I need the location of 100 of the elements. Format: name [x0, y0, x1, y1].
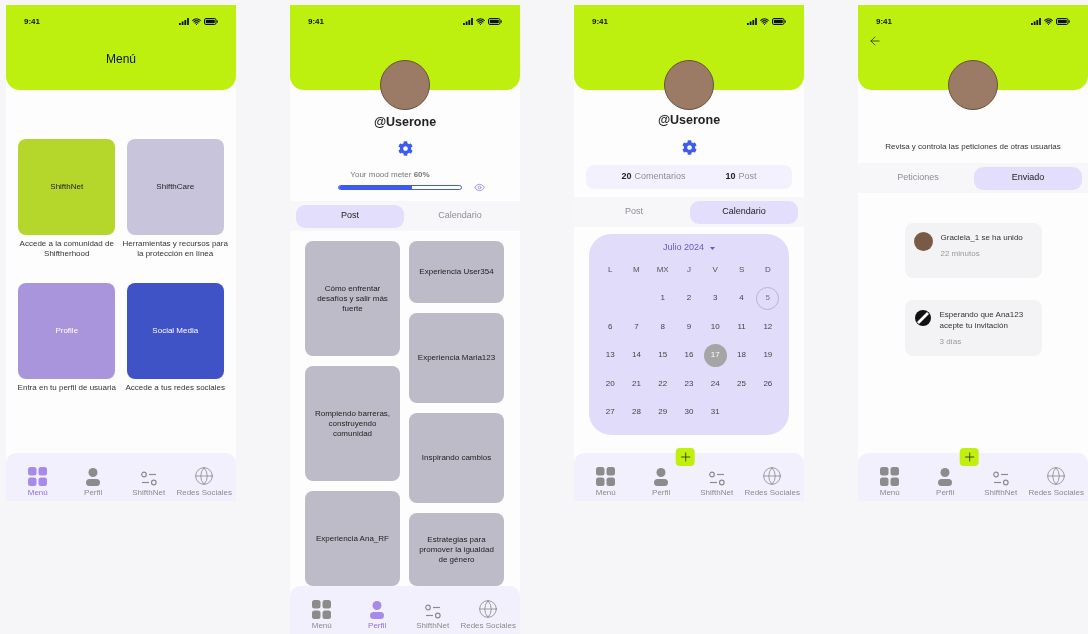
status-time: 9:41 — [308, 15, 324, 28]
back-arrow-icon[interactable] — [868, 34, 882, 48]
menu-card[interactable]: ShifthCare — [126, 139, 224, 235]
avatar-photo — [380, 60, 430, 110]
battery-icon — [772, 18, 786, 25]
status-time: 9:41 — [876, 15, 892, 28]
signal-icon — [747, 18, 757, 25]
grid-icon — [596, 467, 616, 486]
calendar-day[interactable]: 31 — [703, 400, 727, 424]
stat-label: Post — [738, 170, 757, 184]
weekday-label: V — [712, 264, 718, 276]
calendar-day[interactable]: 19 — [756, 343, 780, 367]
calendar-day[interactable]: 29 — [651, 400, 675, 424]
round-logo-icon — [913, 309, 932, 327]
calendar-day[interactable]: 22 — [651, 372, 675, 396]
wifi-icon — [476, 17, 485, 26]
calendar-day[interactable]: 26 — [756, 372, 780, 396]
sliders-icon — [708, 471, 725, 486]
calendar-day[interactable]: 1 — [651, 286, 675, 310]
post-tile[interactable]: Experiencia Ana_RF — [305, 491, 400, 586]
globe-icon — [194, 466, 215, 486]
settings-icon[interactable] — [681, 140, 697, 155]
card-caption: Accede a la comunidad de Shiftherhood — [18, 239, 115, 259]
menu-card[interactable]: Social Media — [126, 283, 224, 379]
mood-meter-label: Your mood meter 60% — [350, 169, 431, 181]
post-tile[interactable]: Experiencia User354 — [409, 241, 504, 303]
calendar-day[interactable]: 15 — [651, 343, 675, 367]
calendar-day[interactable]: 30 — [677, 400, 701, 424]
calendar-day[interactable]: 7 — [624, 315, 648, 339]
calendar-day[interactable]: 9 — [677, 315, 701, 339]
calendar-day[interactable]: 20 — [598, 372, 622, 396]
notification-time: 3 días — [939, 336, 963, 348]
stat-count: 20 — [621, 170, 632, 184]
post-tile[interactable]: Cómo enfrentar desafíos y salir más fuerte — [305, 241, 400, 356]
add-button[interactable] — [675, 448, 695, 466]
tab[interactable]: Calendario — [690, 200, 798, 224]
avatar-photo — [948, 60, 998, 110]
calendar-day[interactable]: 10 — [703, 315, 727, 339]
battery-icon — [1056, 18, 1070, 25]
weekday-label: L — [607, 264, 613, 276]
sliders-icon — [992, 471, 1009, 486]
calendar-day[interactable]: 14 — [624, 343, 648, 367]
calendar-day[interactable]: 3 — [703, 286, 727, 310]
calendar-day[interactable]: 12 — [756, 315, 780, 339]
nav-item[interactable]: Menú — [10, 453, 66, 501]
settings-icon[interactable] — [397, 141, 413, 156]
calendar-day[interactable]: 6 — [598, 315, 622, 339]
calendar-day[interactable]: 23 — [677, 372, 701, 396]
add-button[interactable] — [959, 448, 979, 466]
calendar-day[interactable]: 27 — [598, 400, 622, 424]
calendar-day[interactable]: 2 — [677, 286, 701, 310]
plus-icon — [962, 450, 977, 464]
sliders-icon — [140, 471, 157, 486]
menu-card[interactable]: ShifthNet — [18, 139, 116, 235]
calendar-day[interactable]: 11 — [730, 315, 754, 339]
post-tile[interactable]: Rompiendo barreras, construyendo comunidad — [305, 366, 400, 481]
calendar-day[interactable]: 24 — [703, 372, 727, 396]
weekday-label: M — [633, 264, 640, 276]
signal-icon — [179, 18, 189, 25]
signal-icon — [1031, 18, 1041, 25]
status-time: 9:41 — [592, 15, 608, 28]
month-selector[interactable]: Julio 2024 — [662, 240, 715, 256]
calendar-day[interactable]: 4 — [730, 286, 754, 310]
calendar-day[interactable]: 28 — [624, 400, 648, 424]
intro-text: Revisa y controla las peticiones de otras usuarias — [885, 141, 1061, 153]
weekday-label: J — [687, 264, 691, 276]
grid-icon — [28, 467, 48, 486]
notification-text: Graciela_1 se ha unido — [940, 232, 1023, 243]
wifi-icon — [192, 17, 201, 26]
calendar-day[interactable]: 25 — [730, 372, 754, 396]
battery-icon — [204, 18, 218, 25]
card-caption: Accede a tus redes sociales — [124, 383, 227, 393]
calendar-day[interactable]: 13 — [598, 343, 622, 367]
plus-icon — [678, 450, 693, 464]
caret-icon — [710, 246, 715, 250]
wifi-icon — [1044, 17, 1053, 26]
globe-icon — [478, 599, 499, 619]
post-tile[interactable]: Inspirando cambios — [409, 413, 504, 503]
person-icon — [938, 468, 953, 486]
globe-icon — [1046, 466, 1067, 486]
username: @Userone — [657, 112, 721, 128]
person-icon — [86, 468, 101, 486]
person-icon — [654, 468, 669, 486]
avatar-photo — [664, 60, 714, 110]
post-tile[interactable]: Experiencia Maria123 — [409, 313, 504, 403]
header-title: Menú — [106, 51, 136, 68]
nav-item[interactable]: Perfil — [349, 586, 405, 634]
post-tile[interactable]: Estrategias para promover la igualdad de género — [409, 513, 504, 586]
calendar-day[interactable]: 21 — [624, 372, 648, 396]
calendar-day[interactable]: 18 — [730, 343, 754, 367]
calendar-day[interactable]: 8 — [651, 315, 675, 339]
grid-icon — [880, 467, 900, 486]
weekday-label: MX — [656, 264, 669, 276]
stat-count: 10 — [725, 170, 736, 184]
avatar-photo — [913, 232, 933, 251]
stat-label: Comentarios — [634, 170, 686, 184]
calendar-day[interactable]: 16 — [677, 343, 701, 367]
signal-icon — [463, 18, 473, 25]
tab[interactable]: Enviado — [974, 166, 1082, 190]
tab[interactable]: Post — [296, 204, 404, 228]
